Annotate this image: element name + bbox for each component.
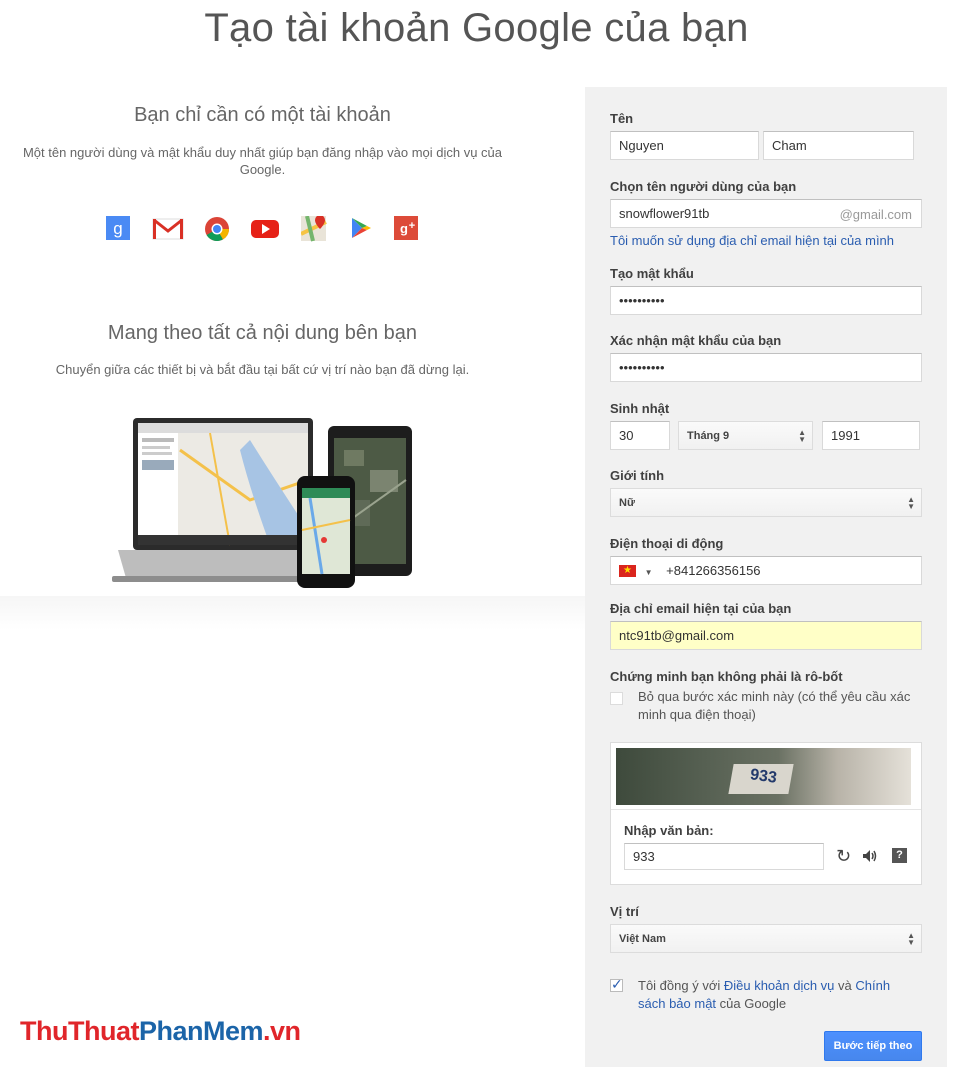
next-step-button[interactable]: Bước tiếp theo — [824, 1031, 922, 1061]
skip-verification-checkbox[interactable] — [610, 692, 623, 705]
svg-text:+: + — [409, 220, 415, 232]
select-arrows-icon: ▲ ▼ — [907, 931, 915, 947]
youtube-icon — [251, 220, 279, 238]
captcha-input-label: Nhập văn bản: — [624, 823, 714, 838]
checkmark-icon: ✓ — [611, 976, 623, 992]
location-label: Vị trí — [610, 904, 639, 919]
country-dropdown-icon[interactable]: ▼ — [645, 568, 653, 577]
privacy-link-part2[interactable]: sách bảo mật — [638, 996, 716, 1011]
intro-description-line2: Google. — [239, 162, 286, 177]
gender-label: Giới tính — [610, 468, 665, 483]
birth-year-input[interactable]: 1991 — [822, 421, 920, 450]
select-arrows-icon: ▲ ▼ — [798, 428, 806, 444]
captcha-text: 933 — [749, 766, 778, 787]
gender-select[interactable]: Nữ ▲ ▼ — [610, 488, 922, 517]
last-name-input[interactable]: Cham — [763, 131, 914, 160]
username-input[interactable]: snowflower91tb @gmail.com — [610, 199, 922, 228]
play-icon — [352, 218, 371, 238]
devices-heading: Mang theo tất cả nội dung bên bạn — [107, 322, 418, 344]
phone-value: +841266356156 — [666, 563, 761, 578]
left-fade — [0, 596, 585, 630]
watermark-part1: ThuThuat — [20, 1016, 139, 1046]
privacy-link-part1[interactable]: Chính — [855, 978, 890, 993]
phone-label: Điện thoại di động — [610, 536, 724, 551]
devices-description: Chuyển giữa các thiết bị và bắt đầu tại … — [55, 362, 470, 377]
svg-text:g: g — [400, 221, 408, 236]
gmail-suffix: @gmail.com — [839, 207, 912, 222]
birth-month-select[interactable]: Tháng 9 ▲ ▼ — [678, 421, 813, 450]
captcha-box: 933 Nhập văn bản: 933 ↻ ? — [610, 742, 922, 885]
agree-terms-checkbox[interactable]: ✓ — [610, 976, 623, 992]
signup-form: Tên Nguyen Cham Chọn tên người dùng của … — [585, 87, 947, 1067]
confirm-password-input[interactable]: •••••••••• — [610, 353, 922, 382]
birthday-label: Sinh nhật — [610, 401, 670, 416]
watermark-part2: PhanMem — [138, 1016, 264, 1046]
skip-verification-line2: minh qua điện thoại) — [638, 707, 756, 722]
devices-illustration — [112, 418, 412, 588]
current-email-input[interactable]: ntc91tb@gmail.com — [610, 621, 922, 650]
skip-verification-text: Bỏ qua bước xác minh này (có thể yêu cầu… — [638, 688, 910, 724]
location-select[interactable]: Việt Nam ▲ ▼ — [610, 924, 922, 953]
confirm-password-label: Xác nhận mật khẩu của bạn — [610, 333, 782, 348]
google-search-icon: g — [106, 216, 130, 240]
intro-description-line1: Một tên người dùng và mật khẩu duy nhất … — [22, 145, 503, 160]
google-plus-icon: g + — [394, 216, 418, 240]
password-label: Tạo mật khẩu — [610, 266, 694, 281]
terms-and: và — [834, 978, 856, 993]
gmail-icon — [152, 218, 184, 240]
watermark-part3: .vn — [263, 1016, 301, 1046]
audio-icon[interactable] — [862, 849, 878, 863]
captcha-image: 933 — [616, 748, 911, 805]
intro-heading: Bạn chỉ cần có một tài khoản — [134, 104, 391, 126]
select-arrows-icon: ▲ ▼ — [907, 495, 915, 511]
terms-prefix: Tôi đồng ý với — [638, 978, 724, 993]
refresh-icon[interactable]: ↻ — [836, 846, 851, 866]
birth-month-value: Tháng 9 — [687, 430, 730, 442]
first-name-input[interactable]: Nguyen — [610, 131, 759, 160]
terms-text: Tôi đồng ý với Điều khoản dịch vụ và Chí… — [638, 977, 918, 1013]
birth-day-input[interactable]: 30 — [610, 421, 670, 450]
name-label: Tên — [610, 111, 634, 126]
use-existing-email-link[interactable]: Tôi muốn sử dụng địa chỉ email hiện tại … — [610, 233, 894, 248]
location-value: Việt Nam — [619, 933, 666, 945]
phone-input[interactable]: ★ ▼ +841266356156 — [610, 556, 922, 585]
captcha-input[interactable]: 933 — [624, 843, 824, 870]
intro-description: Một tên người dùng và mật khẩu duy nhất … — [0, 144, 525, 178]
current-email-label: Địa chỉ email hiện tại của bạn — [610, 601, 792, 616]
maps-icon — [301, 216, 327, 242]
robot-label: Chứng minh bạn không phải là rô-bốt — [610, 669, 843, 684]
svg-text:g: g — [113, 219, 122, 238]
username-label: Chọn tên người dùng của bạn — [610, 179, 797, 194]
terms-suffix: của Google — [716, 996, 787, 1011]
captcha-divider — [611, 809, 921, 810]
page-title: Tạo tài khoản Google của bạn — [204, 6, 749, 50]
username-value: snowflower91tb — [619, 206, 710, 221]
skip-verification-line1: Bỏ qua bước xác minh này (có thể yêu cầu… — [638, 689, 911, 704]
chrome-icon — [205, 217, 229, 242]
gender-value: Nữ — [619, 497, 635, 509]
vietnam-flag-icon[interactable]: ★ — [619, 565, 636, 577]
tos-link[interactable]: Điều khoản dịch vụ — [724, 978, 835, 993]
password-input[interactable]: •••••••••• — [610, 286, 922, 315]
watermark: ThuThuatPhanMem.vn — [20, 1016, 301, 1047]
help-icon[interactable]: ? — [892, 848, 907, 863]
